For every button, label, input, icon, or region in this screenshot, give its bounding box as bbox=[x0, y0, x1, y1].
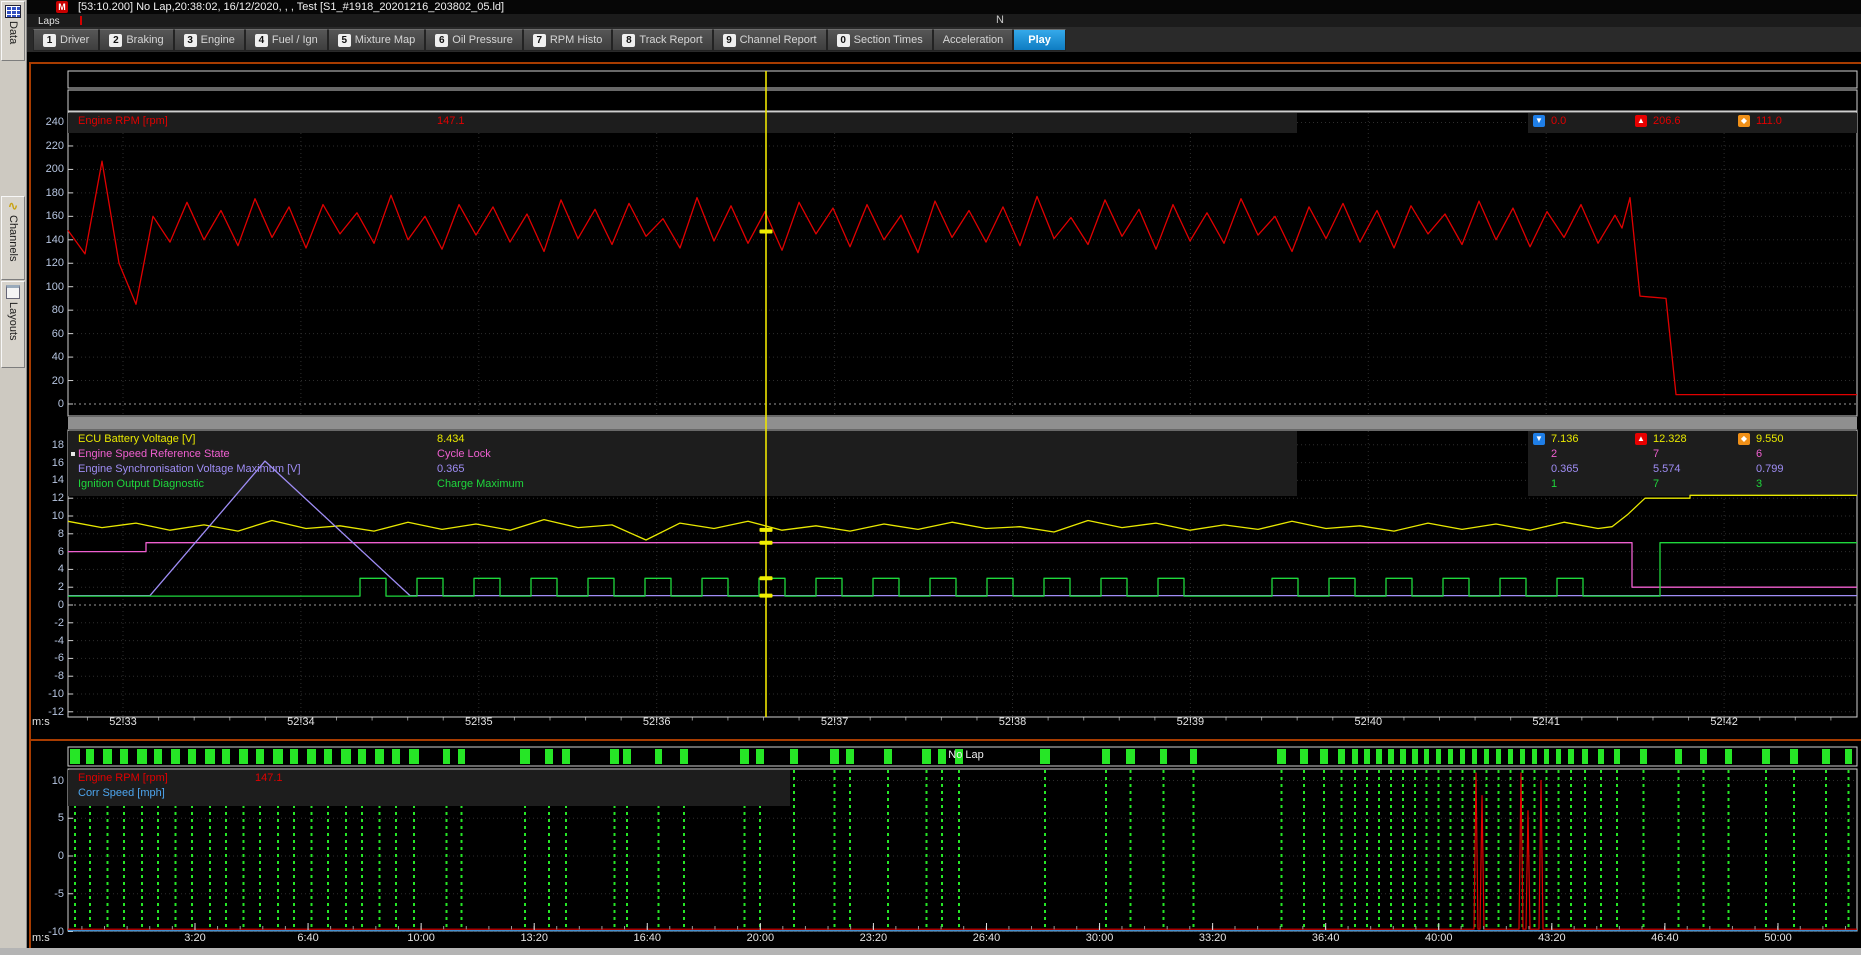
rpm-chart-plot[interactable] bbox=[68, 112, 1857, 416]
y-tick-label: 10 bbox=[24, 775, 64, 788]
x-tick-label: 52:40 bbox=[1338, 716, 1398, 729]
y-tick-label: 16 bbox=[24, 457, 64, 470]
x-tick-label: 52:41 bbox=[1516, 716, 1576, 729]
y-tick-label: 220 bbox=[24, 140, 64, 153]
y-tick-label: 160 bbox=[24, 210, 64, 223]
y-tick-label: 6 bbox=[24, 546, 64, 559]
x-tick-label: 33:20 bbox=[1183, 932, 1243, 945]
x-tick-label: 52:35 bbox=[449, 716, 509, 729]
y-tick-label: -10 bbox=[24, 688, 64, 701]
y-tick-label: 120 bbox=[24, 257, 64, 270]
x-tick-label: 13:20 bbox=[504, 932, 564, 945]
overview-chart-plot[interactable] bbox=[68, 769, 1857, 931]
x-tick-label: 20:00 bbox=[730, 932, 790, 945]
x-tick-label: 43:20 bbox=[1522, 932, 1582, 945]
y-tick-label: 4 bbox=[24, 563, 64, 576]
x-tick-label: 30:00 bbox=[1070, 932, 1130, 945]
x-tick-label: 10:00 bbox=[391, 932, 451, 945]
y-tick-label: 0 bbox=[24, 850, 64, 863]
time-axis-unit: m:s bbox=[32, 932, 50, 945]
lap-band-label: No Lap bbox=[926, 749, 1006, 762]
y-tick-label: 200 bbox=[24, 163, 64, 176]
time-axis-unit: m:s bbox=[32, 716, 50, 729]
x-tick-label: 46:40 bbox=[1635, 932, 1695, 945]
y-tick-label: -4 bbox=[24, 635, 64, 648]
x-tick-label: 40:00 bbox=[1409, 932, 1469, 945]
y-tick-label: 60 bbox=[24, 328, 64, 341]
y-tick-label: 5 bbox=[24, 812, 64, 825]
x-tick-label: 52:34 bbox=[271, 716, 331, 729]
chart-text-layer: No Lap Engine RPM [rpm]147.1▼▲◆0.0206.61… bbox=[0, 0, 1861, 955]
y-tick-label: 8 bbox=[24, 528, 64, 541]
x-tick-label: 52:39 bbox=[1160, 716, 1220, 729]
y-tick-label: 12 bbox=[24, 492, 64, 505]
y-tick-label: 0 bbox=[24, 599, 64, 612]
x-tick-label: 52:42 bbox=[1694, 716, 1754, 729]
x-tick-label: 52:33 bbox=[93, 716, 153, 729]
y-tick-label: 2 bbox=[24, 581, 64, 594]
y-tick-label: -8 bbox=[24, 670, 64, 683]
voltage-diagnostic-chart-plot[interactable] bbox=[68, 430, 1857, 717]
x-tick-label: 52:38 bbox=[983, 716, 1043, 729]
y-tick-label: 14 bbox=[24, 474, 64, 487]
motec-i2-window: M [53:10.200] No Lap,20:38:02, 16/12/202… bbox=[0, 0, 1861, 955]
y-tick-label: -5 bbox=[24, 888, 64, 901]
y-tick-label: 0 bbox=[24, 398, 64, 411]
y-tick-label: 20 bbox=[24, 375, 64, 388]
y-tick-label: 240 bbox=[24, 116, 64, 129]
x-tick-label: 6:40 bbox=[278, 932, 338, 945]
window-bottom-edge bbox=[0, 948, 1861, 955]
y-tick-label: 140 bbox=[24, 234, 64, 247]
x-tick-label: 3:20 bbox=[165, 932, 225, 945]
y-tick-label: -2 bbox=[24, 617, 64, 630]
y-tick-label: 80 bbox=[24, 304, 64, 317]
y-tick-label: 18 bbox=[24, 439, 64, 452]
y-tick-label: -6 bbox=[24, 652, 64, 665]
y-tick-label: 100 bbox=[24, 281, 64, 294]
y-tick-label: 40 bbox=[24, 351, 64, 364]
x-tick-label: 26:40 bbox=[956, 932, 1016, 945]
x-tick-label: 16:40 bbox=[617, 932, 677, 945]
y-tick-label: 180 bbox=[24, 187, 64, 200]
x-tick-label: 50:00 bbox=[1748, 932, 1808, 945]
y-tick-label: 10 bbox=[24, 510, 64, 523]
x-tick-label: 36:40 bbox=[1296, 932, 1356, 945]
x-tick-label: 52:36 bbox=[627, 716, 687, 729]
x-tick-label: 52:37 bbox=[805, 716, 865, 729]
x-tick-label: 23:20 bbox=[843, 932, 903, 945]
